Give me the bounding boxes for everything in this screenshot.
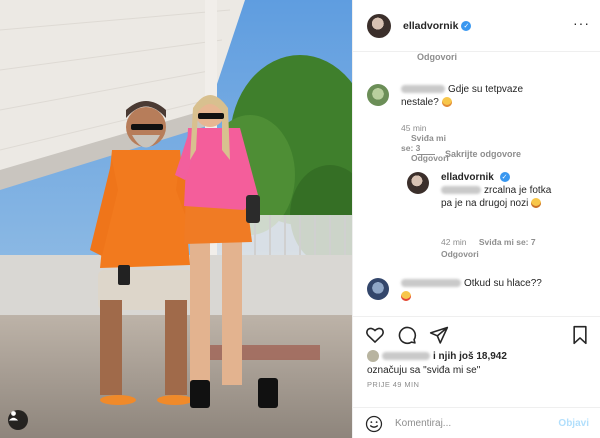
blurred-username [401,279,461,288]
post-photo[interactable] [0,0,352,438]
add-comment-bar: Komentiraj... Objavi [353,407,600,438]
divider [417,153,435,155]
comment-text: Otkud su hlace?? [401,277,561,303]
comment-time: 42 min [441,237,467,247]
verified-badge-icon: ✓ [499,172,510,183]
commenter-avatar[interactable] [367,278,389,300]
comment-input[interactable]: Komentiraj... [395,418,558,429]
comment-likes[interactable]: Sviđa mi se: 7 [479,237,536,247]
emoji-picker-icon[interactable] [365,415,383,433]
comment-text: Gdje su tetpvaze nestale? [401,83,561,109]
commenter-avatar[interactable] [367,84,389,106]
tagged-user-icon[interactable] [8,410,28,430]
hide-replies-toggle[interactable]: Sakrijte odgovore [417,149,521,159]
photo-illustration [0,0,352,438]
commenter-avatar[interactable] [407,172,429,194]
comment-icon[interactable] [397,325,417,345]
bookmark-icon[interactable] [571,325,589,345]
likes-label: označuju sa "sviđa mi se" [367,365,481,376]
more-options-icon[interactable]: ··· [573,16,590,30]
comment-text: elladvornik ✓ zrcalna je fotka pa je na … [441,171,563,210]
post-actions: i njih još 18,942 označuju sa "sviđa mi … [353,316,600,438]
post-header: elladvornik ✓ ··· [353,0,600,52]
comments-list: Odgovori Gdje su tetpvaze nestale? 45 mi… [353,52,600,316]
heart-eyes-emoji-icon [401,291,411,302]
action-icons [365,325,449,345]
post-comment-button[interactable]: Objavi [558,418,589,429]
blurred-username [401,85,445,94]
comment-reply-button[interactable]: Odgovori [441,249,479,259]
likes-count[interactable]: i njih još 18,942 [433,351,507,362]
hide-replies-label: Sakrijte odgovore [445,149,522,159]
blurred-liker-name [382,352,430,361]
comment-meta: 42 min Sviđa mi se: 7 Odgovori [441,236,571,260]
post-view: elladvornik ✓ ··· Odgovori Gdje su tetpv… [0,0,600,438]
avatar[interactable] [367,13,391,38]
verified-badge-icon: ✓ [461,20,472,31]
reply-link[interactable]: Odgovori [417,52,457,62]
like-heart-icon[interactable] [365,325,385,345]
share-send-icon[interactable] [429,325,449,345]
post-timestamp[interactable]: PRIJE 49 MIN [367,380,419,389]
post-username[interactable]: elladvornik [403,20,458,32]
scream-emoji-icon [441,97,452,108]
post-side-panel: elladvornik ✓ ··· Odgovori Gdje su tetpv… [352,0,600,438]
comment-time: 45 min [401,123,427,133]
comment-body: Otkud su hlace?? [464,278,542,289]
blurred-mention [441,186,481,195]
commenter-username[interactable]: elladvornik [441,172,494,183]
grinning-sweat-emoji-icon [531,198,542,209]
person-icon [8,411,19,421]
likes-summary[interactable]: i njih još 18,942 označuju sa "sviđa mi … [367,350,507,378]
liker-avatar [367,350,379,363]
